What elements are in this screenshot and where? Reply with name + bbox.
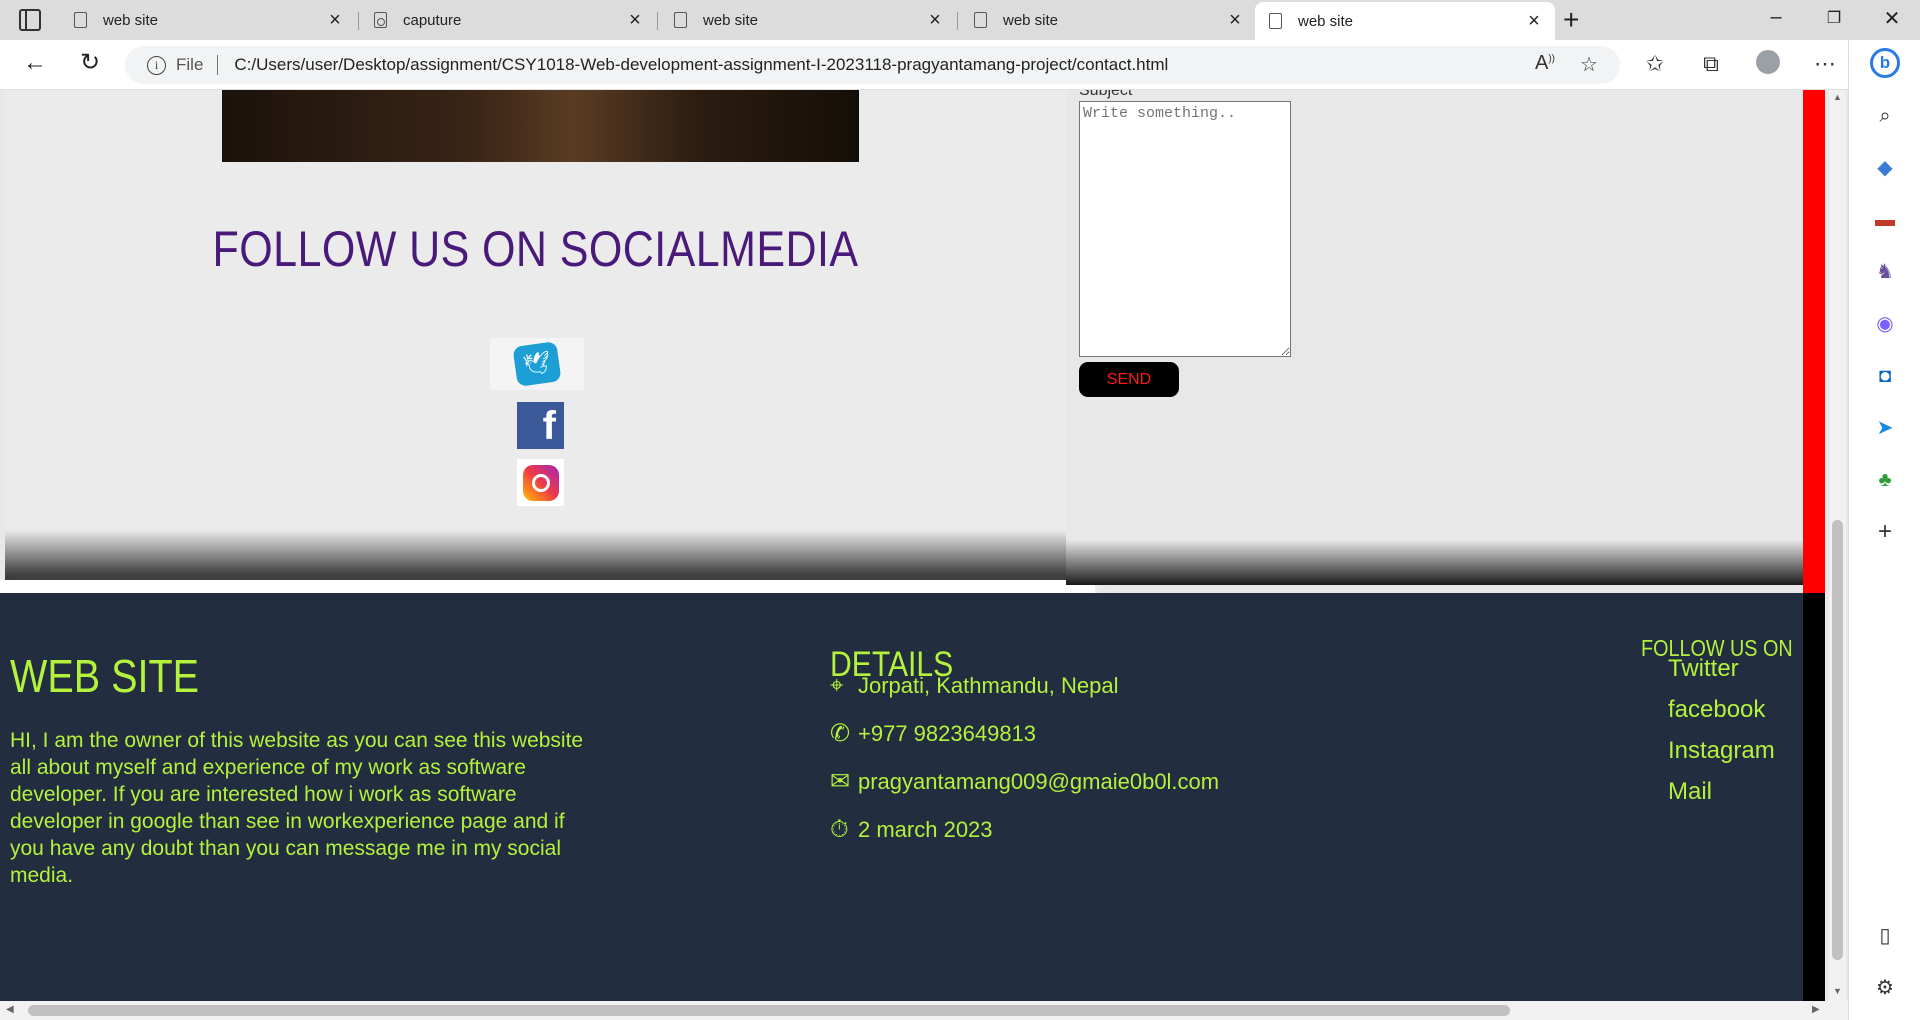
footer-link-facebook[interactable]: facebook bbox=[1668, 696, 1765, 724]
footer-email: ✉ pragyantamang009@gmaie0b0l.com bbox=[830, 769, 1219, 795]
tab-divider bbox=[957, 12, 958, 30]
footer-link-twitter[interactable]: Twitter bbox=[1668, 655, 1739, 683]
screenshot-icon bbox=[374, 12, 387, 28]
tab-divider bbox=[358, 12, 359, 30]
tab-divider bbox=[657, 12, 658, 30]
tab-title: caputure bbox=[403, 11, 462, 29]
location-pin-icon: ⌖ bbox=[830, 672, 844, 699]
browser-toolbar: ← ↻ i File C:/Users/user/Desktop/assignm… bbox=[0, 40, 1920, 90]
send-button[interactable]: SEND bbox=[1079, 362, 1179, 397]
tab-strip: web site × caputure × web site × web sit… bbox=[0, 0, 1920, 40]
close-icon[interactable]: × bbox=[1525, 11, 1543, 31]
tab-title: web site bbox=[703, 11, 759, 29]
info-icon[interactable]: i bbox=[147, 55, 166, 75]
section-shadow bbox=[5, 530, 1066, 580]
footer-link-instagram[interactable]: Instagram bbox=[1668, 737, 1775, 765]
document-icon bbox=[74, 12, 87, 28]
subject-textarea[interactable] bbox=[1079, 101, 1291, 357]
mail-icon: ✉ bbox=[830, 768, 851, 795]
add-sidebar-item-icon[interactable]: + bbox=[1873, 520, 1897, 544]
footer-date: ⏱ 2 march 2023 bbox=[830, 817, 993, 843]
send-plane-icon[interactable]: ➤ bbox=[1873, 416, 1897, 440]
horizontal-scroll-thumb[interactable] bbox=[28, 1005, 1510, 1016]
shopping-tag-icon[interactable]: ◆ bbox=[1873, 156, 1897, 180]
document-icon bbox=[674, 12, 687, 28]
close-icon[interactable]: × bbox=[626, 10, 644, 30]
tab-3[interactable]: web site × bbox=[660, 4, 956, 36]
document-icon bbox=[1269, 13, 1282, 29]
bing-chat-icon[interactable]: b bbox=[1870, 48, 1900, 78]
horizontal-scrollbar[interactable]: ◀ ▶ bbox=[0, 1001, 1848, 1020]
footer-address: ⌖ Jorpati, Kathmandu, Nepal bbox=[830, 673, 1119, 699]
add-favorite-icon[interactable]: ☆ bbox=[1580, 52, 1598, 77]
read-aloud-icon[interactable]: A)) bbox=[1535, 52, 1555, 75]
footer-link-mail[interactable]: Mail bbox=[1668, 778, 1712, 806]
vertical-scroll-thumb[interactable] bbox=[1832, 520, 1843, 960]
split-screen-icon[interactable]: ▯ bbox=[1873, 924, 1897, 948]
microsoft-365-icon[interactable]: ◉ bbox=[1873, 312, 1897, 336]
close-icon[interactable]: × bbox=[326, 10, 344, 30]
footer: WEB SITE HI, I am the owner of this webs… bbox=[0, 593, 1803, 1001]
document-icon bbox=[974, 12, 987, 28]
phone-text: +977 9823649813 bbox=[858, 721, 1037, 746]
collections-icon[interactable]: ⧉ bbox=[1696, 51, 1726, 77]
address-text: Jorpati, Kathmandu, Nepal bbox=[858, 673, 1119, 698]
outlook-icon[interactable]: ◘ bbox=[1873, 364, 1897, 388]
tab-5-active[interactable]: web site × bbox=[1255, 2, 1555, 40]
social-heading: FOLLOW US ON SOCIALMEDIA bbox=[212, 221, 859, 277]
footer-brand: WEB SITE bbox=[10, 650, 200, 702]
tab-title: web site bbox=[1003, 11, 1059, 29]
edge-sidebar: b ⌕ ◆ ▬ ♞ ◉ ◘ ➤ ♣ + ▯ ⚙ bbox=[1848, 40, 1920, 1020]
hero-image bbox=[222, 90, 859, 162]
facebook-icon[interactable]: f bbox=[517, 402, 564, 449]
refresh-icon[interactable]: ↻ bbox=[75, 50, 105, 76]
vertical-scrollbar[interactable]: ▲ ▼ bbox=[1829, 90, 1846, 1001]
timer-icon: ⏱ bbox=[830, 816, 849, 843]
settings-gear-icon[interactable]: ⚙ bbox=[1873, 976, 1897, 1000]
address-bar[interactable]: i File C:/Users/user/Desktop/assignment/… bbox=[125, 46, 1620, 84]
tab-actions-icon[interactable] bbox=[19, 9, 41, 31]
footer-about-text: HI, I am the owner of this website as yo… bbox=[10, 729, 584, 887]
favorites-icon[interactable]: ✩ bbox=[1640, 51, 1670, 77]
page-red-strip bbox=[1803, 90, 1825, 593]
tree-icon[interactable]: ♣ bbox=[1873, 468, 1897, 492]
profile-avatar[interactable] bbox=[1756, 50, 1780, 74]
twitter-icon[interactable]: 🕊 bbox=[490, 338, 584, 390]
search-icon[interactable]: ⌕ bbox=[1873, 104, 1897, 128]
address-divider bbox=[217, 55, 219, 75]
close-icon[interactable]: × bbox=[1226, 10, 1244, 30]
tab-1[interactable]: web site × bbox=[60, 4, 356, 36]
scroll-down-icon[interactable]: ▼ bbox=[1833, 986, 1842, 996]
tools-briefcase-icon[interactable]: ▬ bbox=[1873, 208, 1897, 232]
scroll-up-icon[interactable]: ▲ bbox=[1833, 92, 1842, 102]
more-options-icon[interactable]: ⋯ bbox=[1810, 51, 1840, 77]
back-icon[interactable]: ← bbox=[20, 50, 50, 76]
tab-4[interactable]: web site × bbox=[960, 4, 1256, 36]
page-viewport: FOLLOW US ON SOCIALMEDIA 🕊 f Subject SEN… bbox=[0, 90, 1803, 1001]
minimize-icon[interactable]: – bbox=[1756, 6, 1796, 29]
close-icon[interactable]: × bbox=[926, 10, 944, 30]
date-text: 2 march 2023 bbox=[858, 817, 993, 842]
close-window-icon[interactable]: ✕ bbox=[1872, 6, 1912, 31]
scroll-right-icon[interactable]: ▶ bbox=[1812, 1004, 1820, 1015]
social-section: FOLLOW US ON SOCIALMEDIA 🕊 f bbox=[5, 90, 1066, 580]
instagram-icon[interactable] bbox=[517, 459, 564, 506]
form-section-shadow bbox=[1066, 540, 1803, 585]
tab-title: web site bbox=[103, 11, 159, 29]
new-tab-icon[interactable]: + bbox=[1563, 6, 1579, 34]
url-scheme: File bbox=[176, 55, 204, 74]
email-text: pragyantamang009@gmaie0b0l.com bbox=[858, 769, 1220, 794]
restore-icon[interactable]: ❐ bbox=[1814, 8, 1854, 28]
page-black-strip bbox=[1803, 593, 1825, 1001]
tab-2[interactable]: caputure × bbox=[360, 4, 656, 36]
footer-phone: ✆ +977 9823649813 bbox=[830, 721, 1036, 747]
url-text[interactable]: C:/Users/user/Desktop/assignment/CSY1018… bbox=[234, 55, 1168, 75]
games-icon[interactable]: ♞ bbox=[1873, 260, 1897, 284]
phone-icon: ✆ bbox=[830, 720, 851, 747]
tab-title: web site bbox=[1298, 12, 1354, 30]
scroll-left-icon[interactable]: ◀ bbox=[6, 1004, 14, 1015]
subject-label: Subject bbox=[1079, 90, 1133, 99]
